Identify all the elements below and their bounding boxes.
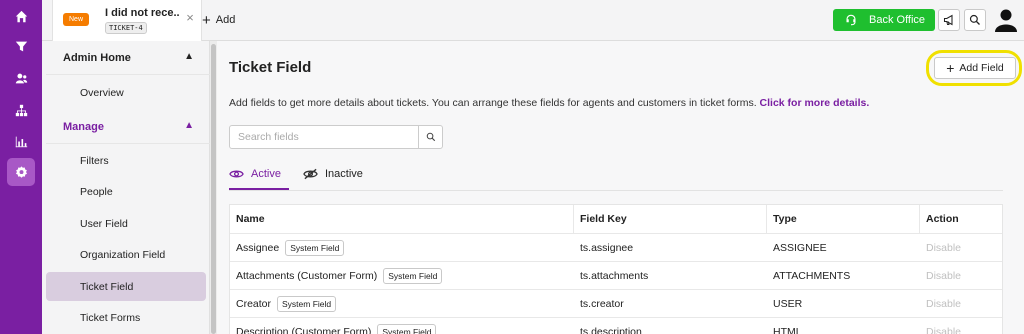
column-divider <box>919 205 920 233</box>
sidebar-item-organization-field[interactable]: Organization Field <box>46 240 206 269</box>
sidebar-section-admin-home[interactable]: Admin Home ▲ <box>46 41 210 75</box>
org-chart-icon[interactable] <box>7 96 35 124</box>
people-icon[interactable] <box>7 64 35 92</box>
sidebar-item-ticket-forms[interactable]: Ticket Forms <box>46 303 206 332</box>
icon-rail <box>0 0 42 334</box>
user-avatar-icon[interactable] <box>995 8 1017 32</box>
add-tab-button[interactable]: + Add <box>202 12 235 28</box>
field-name: Attachments (Customer Form) <box>236 269 378 282</box>
field-type-cell: ATTACHMENTS <box>773 269 851 282</box>
section-label: Manage <box>63 120 104 133</box>
page-title: Ticket Field <box>229 59 312 76</box>
tabs-divider <box>229 190 1003 191</box>
sidebar-item-people[interactable]: People <box>46 177 206 206</box>
column-header-action: Action <box>926 213 959 225</box>
eye-off-icon <box>303 168 318 180</box>
add-field-label: Add Field <box>959 62 1004 74</box>
close-icon[interactable]: × <box>184 11 196 25</box>
disable-link[interactable]: Disable <box>926 262 961 289</box>
disable-link[interactable]: Disable <box>926 318 961 334</box>
column-header-field-key[interactable]: Field Key <box>580 205 627 233</box>
announcement-button[interactable] <box>938 9 960 31</box>
search-submit-button[interactable] <box>418 126 442 148</box>
field-name-cell: Attachments (Customer Form) System Field <box>236 262 443 289</box>
ticket-tab-title: I did not rece... <box>105 7 179 19</box>
details-link[interactable]: Click for more details. <box>760 97 870 109</box>
sidebar-item-filters[interactable]: Filters <box>46 146 206 175</box>
filter-icon[interactable] <box>7 32 35 60</box>
search-icon <box>426 132 435 142</box>
tab-inactive-label: Inactive <box>324 168 363 180</box>
table-row[interactable]: Attachments (Customer Form) System Field… <box>230 262 1002 290</box>
field-type-cell: USER <box>773 297 803 310</box>
eye-icon <box>229 170 244 178</box>
table-header-row: Name Field Key Type Action <box>230 205 1002 234</box>
plus-icon: + <box>202 11 211 29</box>
ticket-id-tag: TICKET-4 <box>105 22 147 34</box>
sidebar-section-manage[interactable]: Manage ▲ <box>46 110 210 144</box>
field-name: Description (Customer Form) <box>236 325 372 334</box>
field-name-cell: Description (Customer Form) System Field <box>236 318 437 334</box>
megaphone-icon <box>943 14 953 26</box>
column-header-type[interactable]: Type <box>773 205 797 233</box>
settings-icon[interactable] <box>7 158 35 186</box>
table-row[interactable]: Description (Customer Form) System Field… <box>230 318 1002 334</box>
field-key-cell: ts.description <box>580 325 642 334</box>
ticket-fields-table: Name Field Key Type Action Assignee Syst… <box>229 204 1003 334</box>
new-badge: New <box>63 13 90 26</box>
disable-link[interactable]: Disable <box>926 234 961 261</box>
search-button[interactable] <box>964 9 986 31</box>
column-divider <box>766 205 767 233</box>
page-description: Add fields to get more details about tic… <box>229 97 869 109</box>
tab-active[interactable]: Active <box>229 163 281 185</box>
home-icon[interactable] <box>7 2 35 30</box>
add-tab-label: Add <box>215 14 236 26</box>
sidebar-scrollbar-thumb[interactable] <box>211 44 216 334</box>
main-content: Ticket Field + Add Field Add fields to g… <box>217 41 1024 334</box>
field-type-cell: ASSIGNEE <box>773 241 827 254</box>
plus-icon: + <box>946 60 955 76</box>
ticket-tab[interactable]: New I did not rece... TICKET-4 × <box>52 0 202 41</box>
column-divider <box>573 205 574 233</box>
top-bar: New I did not rece... TICKET-4 × + Add B… <box>42 0 1024 41</box>
system-field-tag: System Field <box>285 239 345 256</box>
field-name: Creator <box>236 297 272 310</box>
search-fields-box <box>229 125 443 149</box>
back-office-label: Back Office <box>869 14 926 26</box>
tab-inactive[interactable]: Inactive <box>303 163 363 185</box>
disable-link[interactable]: Disable <box>926 290 961 317</box>
system-field-tag: System Field <box>377 323 437 334</box>
bar-chart-icon[interactable] <box>7 127 35 155</box>
field-key-cell: ts.assignee <box>580 241 634 254</box>
chevron-up-icon[interactable]: ▲ <box>184 51 194 62</box>
table-row[interactable]: Creator System Field ts.creator USER Dis… <box>230 290 1002 318</box>
add-field-button[interactable]: + Add Field <box>934 57 1016 79</box>
search-input[interactable] <box>230 126 418 148</box>
column-header-name[interactable]: Name <box>236 205 265 233</box>
field-key-cell: ts.creator <box>580 297 624 310</box>
system-field-tag: System Field <box>383 267 443 284</box>
sidebar-item-ticket-field[interactable]: Ticket Field <box>46 272 206 301</box>
chevron-up-icon[interactable]: ▲ <box>184 120 194 131</box>
sidebar-item-overview[interactable]: Overview <box>46 78 206 107</box>
field-key-cell: ts.attachments <box>580 269 649 282</box>
back-office-button[interactable]: Back Office <box>833 9 935 31</box>
headset-icon <box>846 14 856 26</box>
table-row[interactable]: Assignee System Field ts.assignee ASSIGN… <box>230 234 1002 262</box>
field-name: Assignee <box>236 241 280 254</box>
field-type-cell: HTML <box>773 325 802 334</box>
search-icon <box>969 14 980 25</box>
section-label: Admin Home <box>63 51 131 64</box>
field-name-cell: Assignee System Field <box>236 234 345 261</box>
description-text: Add fields to get more details about tic… <box>229 97 757 109</box>
sidebar-item-user-field[interactable]: User Field <box>46 209 206 238</box>
system-field-tag: System Field <box>277 295 337 312</box>
admin-sidebar: Admin Home ▲ Overview Manage ▲ Filters P… <box>42 41 210 334</box>
tab-active-label: Active <box>251 168 281 180</box>
field-name-cell: Creator System Field <box>236 290 337 317</box>
